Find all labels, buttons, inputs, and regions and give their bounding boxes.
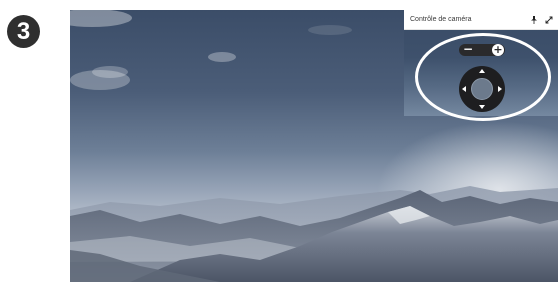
camera-panel-title: Contrôle de caméra xyxy=(410,16,472,23)
camera-panel-header: Contrôle de caméra xyxy=(404,10,558,30)
expand-icon[interactable] xyxy=(543,14,555,26)
pin-icon[interactable] xyxy=(528,14,540,26)
step-number-badge: 3 xyxy=(7,15,40,48)
highlight-callout-ring xyxy=(415,33,551,121)
